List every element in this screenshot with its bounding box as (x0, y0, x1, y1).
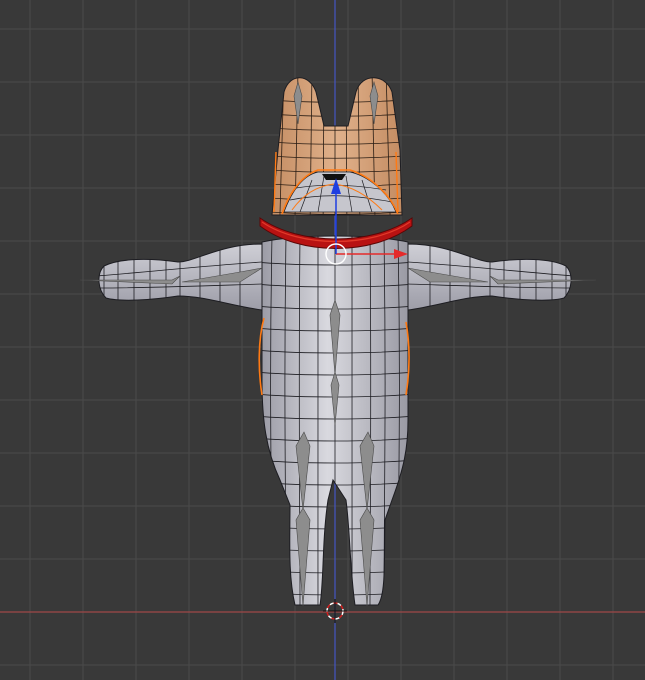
3d-viewport[interactable] (0, 0, 645, 680)
nose (322, 174, 346, 180)
3d-cursor-icon[interactable] (323, 599, 347, 623)
